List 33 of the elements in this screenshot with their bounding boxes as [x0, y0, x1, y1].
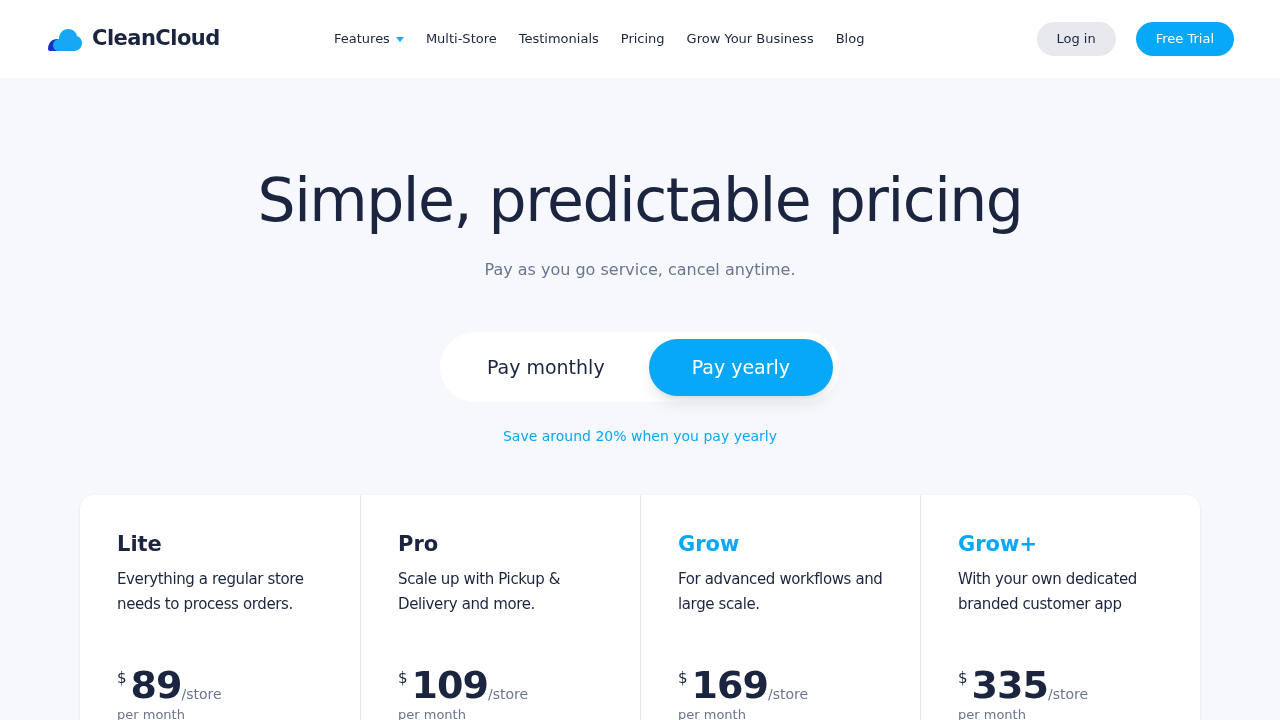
- savings-note: Save around 20% when you pay yearly: [502, 427, 778, 446]
- nav-link[interactable]: Grow Your Business: [686, 29, 814, 49]
- price-unit: /store: [488, 685, 529, 704]
- billing-option[interactable]: Pay monthly: [446, 338, 645, 396]
- nav-link[interactable]: Testimonials: [518, 29, 599, 49]
- plan-description: With your own dedicated branded customer app: [958, 568, 1138, 615]
- login-button[interactable]: Log in: [1036, 22, 1116, 56]
- nav-link[interactable]: Features: [334, 29, 404, 49]
- plan-description: Everything a regular store needs to process orders.: [117, 568, 305, 615]
- plan-description: For advanced workflows and large scale.: [678, 568, 883, 615]
- plan-price: 335: [971, 662, 1049, 707]
- plan-description: Scale up with Pickup & Delivery and more.: [398, 568, 562, 615]
- currency-symbol: $: [398, 667, 408, 689]
- caret-icon: [395, 36, 404, 42]
- nav-link[interactable]: Pricing: [620, 29, 665, 49]
- price-unit: /store: [768, 685, 809, 704]
- currency-symbol: $: [117, 667, 127, 689]
- nav-link[interactable]: Multi-Store: [425, 29, 497, 49]
- currency-symbol: $: [678, 667, 688, 689]
- page-title: Simple, predictable pricing: [257, 164, 1023, 237]
- nav-link[interactable]: Blog: [835, 29, 865, 49]
- price-unit: /store: [181, 685, 222, 704]
- price-unit: /store: [1048, 685, 1089, 704]
- plan-name: Pro: [398, 531, 440, 558]
- brand-name: CleanCloud: [92, 25, 220, 53]
- plan-name: Grow: [678, 531, 741, 558]
- plan-price: 169: [691, 662, 769, 707]
- plan-price: 109: [411, 662, 489, 707]
- plan-name: Lite: [117, 531, 163, 558]
- plan-name: Grow+: [958, 531, 1039, 558]
- currency-symbol: $: [958, 667, 968, 689]
- plan-price: 89: [130, 662, 182, 707]
- page-subtitle: Pay as you go service, cancel anytime.: [484, 259, 796, 281]
